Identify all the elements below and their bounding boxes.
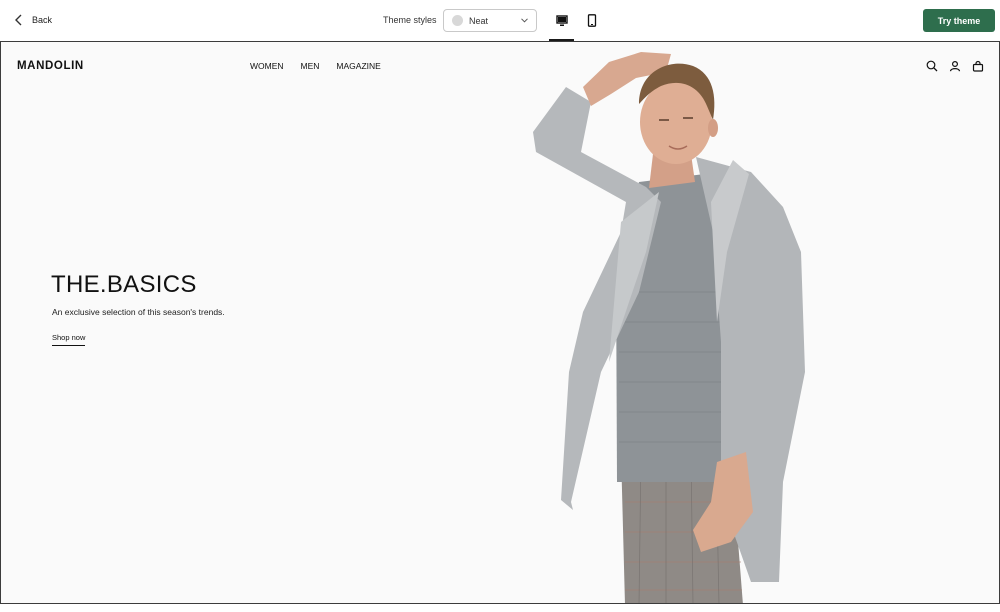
desktop-icon xyxy=(556,14,568,26)
try-theme-button[interactable]: Try theme xyxy=(923,9,995,32)
store-logo[interactable]: MANDOLIN xyxy=(17,60,84,72)
chevron-left-icon xyxy=(15,14,22,26)
hero-title: THE.BASICS xyxy=(51,271,197,298)
mobile-view-button[interactable] xyxy=(579,8,605,33)
chevron-down-icon xyxy=(521,18,528,23)
desktop-view-button[interactable] xyxy=(549,8,575,33)
hero-model-image xyxy=(533,52,805,603)
style-swatch xyxy=(452,15,463,26)
editor-toolbar: Back Theme styles Neat Try theme xyxy=(0,0,1000,41)
store-nav: WOMEN MEN MAGAZINE xyxy=(250,61,381,71)
cart-icon[interactable] xyxy=(971,59,985,73)
back-button[interactable]: Back xyxy=(14,10,52,30)
nav-item-women[interactable]: WOMEN xyxy=(250,61,284,71)
account-icon[interactable] xyxy=(948,59,962,73)
shop-now-link[interactable]: Shop now xyxy=(52,333,86,346)
hero-subtitle: An exclusive selection of this season's … xyxy=(52,307,225,317)
preview-bottom-edge xyxy=(0,604,1000,612)
nav-item-men[interactable]: MEN xyxy=(301,61,320,71)
theme-styles-label: Theme styles xyxy=(383,15,437,25)
nav-item-magazine[interactable]: MAGAZINE xyxy=(336,61,380,71)
mobile-icon xyxy=(587,14,597,27)
search-icon[interactable] xyxy=(925,59,939,73)
theme-preview-frame: MANDOLIN WOMEN MEN MAGAZINE THE.BASICS A… xyxy=(0,41,1000,604)
theme-style-select[interactable]: Neat xyxy=(443,9,537,32)
back-label: Back xyxy=(32,15,53,25)
theme-style-value: Neat xyxy=(469,15,489,26)
store-header-icons xyxy=(925,59,985,73)
